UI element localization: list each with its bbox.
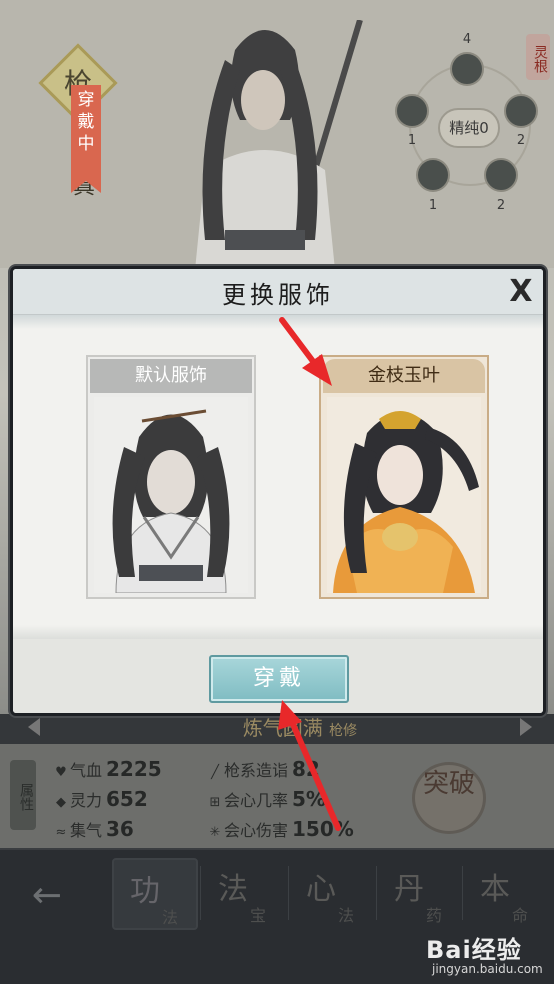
- dialog-header: 更换服饰 X: [13, 269, 543, 315]
- breakthrough-button[interactable]: 突破: [412, 762, 486, 834]
- tab-benming[interactable]: 本命: [464, 858, 550, 930]
- element-count: 1: [407, 133, 417, 148]
- stat-value: 150%: [292, 817, 354, 841]
- stat-crit-damage: ✳ 会心伤害 150%: [206, 816, 354, 842]
- baidu-watermark: Bai经验 jingyan.baidu.com: [426, 930, 554, 984]
- cultivation-stage: 炼气圆满 枪修: [200, 714, 400, 744]
- tab-char: 本: [480, 872, 510, 907]
- close-icon[interactable]: X: [505, 277, 537, 309]
- stage-next-arrow-icon[interactable]: [520, 718, 532, 736]
- stat-label: 灵力: [70, 791, 103, 810]
- target-icon: ⊞: [209, 795, 221, 810]
- element-fire-icon[interactable]: [450, 52, 484, 86]
- watermark-logo: Bai经验: [426, 936, 522, 964]
- tab-char: 功: [130, 874, 160, 909]
- tab-char: 心: [306, 872, 336, 907]
- stat-label: 会心几率: [224, 791, 289, 810]
- heart-icon: ♥: [55, 765, 67, 780]
- spear-icon: ╱: [211, 765, 219, 780]
- element-count: 2: [516, 133, 526, 148]
- stage-prev-arrow-icon[interactable]: [28, 718, 40, 736]
- default-outfit-portrait: [94, 397, 248, 593]
- ink-wash-border: [13, 315, 543, 329]
- tab-char-sub: 命: [512, 906, 529, 925]
- outfit-card-golden-branch[interactable]: 金枝玉叶: [319, 355, 489, 599]
- character-portrait-background: [195, 20, 363, 270]
- ink-wash-border: [13, 625, 543, 639]
- stat-label: 枪系造诣: [224, 761, 289, 780]
- purity-label: 精纯0: [438, 108, 500, 148]
- stage-sub: 枪修: [329, 723, 358, 739]
- tab-fabao[interactable]: 法宝: [202, 858, 288, 930]
- stat-label: 集气: [70, 821, 103, 840]
- tab-char: 法: [218, 872, 248, 907]
- stat-label: 气血: [70, 761, 103, 780]
- tab-char-sub: 宝: [250, 906, 267, 925]
- stat-hp: ♥ 气血 2225: [52, 756, 162, 782]
- dialog-title: 更换服饰: [222, 281, 334, 309]
- stage-name: 炼气圆满: [242, 716, 323, 740]
- tab-gongfa[interactable]: 功法: [112, 858, 198, 930]
- drop-icon: ◆: [56, 795, 66, 810]
- stat-spear-mastery: ╱ 枪系造诣 82: [206, 756, 320, 782]
- stat-value: 2225: [106, 757, 162, 781]
- nav-divider: [376, 866, 377, 920]
- outfit-name: 默认服饰: [90, 359, 252, 393]
- element-count: 2: [496, 198, 506, 213]
- element-count: 1: [428, 198, 438, 213]
- equip-button[interactable]: 穿戴: [209, 655, 349, 703]
- tab-char: 丹: [394, 872, 424, 907]
- element-count: 4: [462, 32, 472, 47]
- change-outfit-dialog: 更换服饰 X 默认服饰 金枝玉叶 穿戴: [10, 266, 546, 716]
- tab-char-sub: 法: [338, 906, 355, 925]
- element-earth-icon[interactable]: [484, 158, 518, 192]
- stat-gather: ≈ 集气 36: [52, 816, 134, 842]
- equipped-tag: 穿戴中: [71, 85, 101, 193]
- nav-divider: [200, 866, 201, 920]
- tab-xinfa[interactable]: 心法: [290, 858, 376, 930]
- outfit-card-default[interactable]: 默认服饰: [86, 355, 256, 599]
- watermark-url: jingyan.baidu.com: [432, 962, 543, 976]
- burst-icon: ✳: [209, 825, 221, 840]
- element-flame-icon[interactable]: [504, 94, 538, 128]
- tab-danyao[interactable]: 丹药: [378, 858, 464, 930]
- stat-value: 652: [106, 787, 148, 811]
- stat-mana: ◆ 灵力 652: [52, 786, 148, 812]
- golden-outfit-portrait: [327, 397, 481, 593]
- attribute-tab[interactable]: 属性: [10, 760, 36, 830]
- stat-label: 会心伤害: [224, 821, 289, 840]
- tab-char-sub: 法: [162, 908, 179, 927]
- element-wood-icon[interactable]: [416, 158, 450, 192]
- cloud-icon: ≈: [55, 825, 67, 840]
- stat-value: 36: [106, 817, 134, 841]
- stat-value: 5%: [292, 787, 326, 811]
- nav-divider: [288, 866, 289, 920]
- nav-divider: [462, 866, 463, 920]
- stat-crit-rate: ⊞ 会心几率 5%: [206, 786, 326, 812]
- stat-value: 82: [292, 757, 320, 781]
- tab-char-sub: 药: [426, 906, 443, 925]
- back-arrow-icon[interactable]: ←: [22, 876, 72, 916]
- outfit-name: 金枝玉叶: [323, 359, 485, 393]
- element-water-icon[interactable]: [395, 94, 429, 128]
